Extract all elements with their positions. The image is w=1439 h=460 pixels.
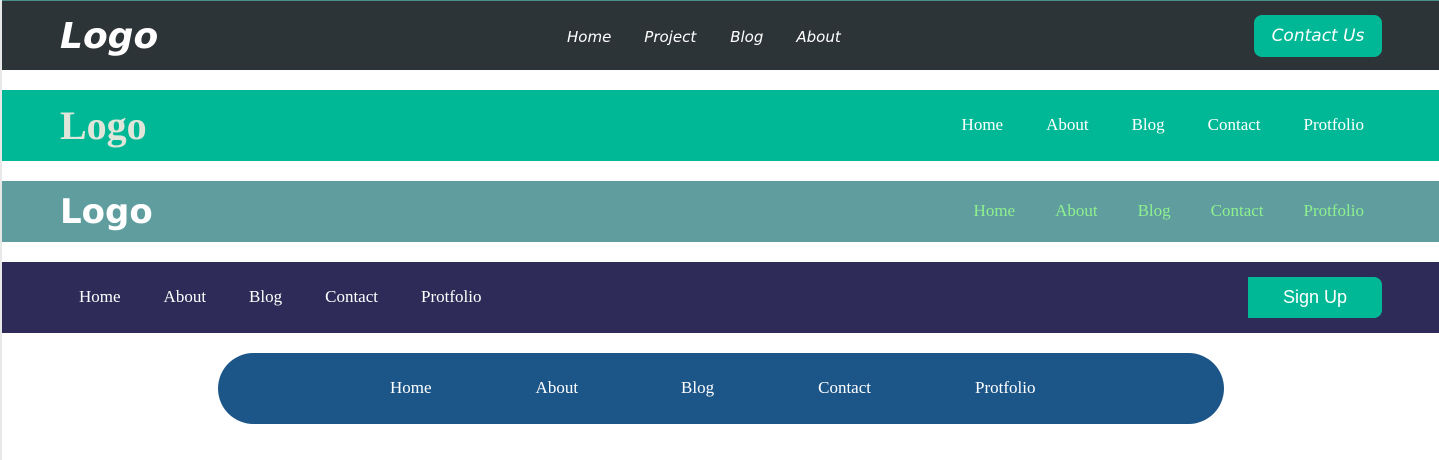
contact-us-button[interactable]: Contact Us xyxy=(1254,15,1382,57)
navbar-4-links: Home About Blog Contact Protfolio xyxy=(79,286,524,308)
nav5-link-contact[interactable]: Contact xyxy=(818,377,871,399)
nav4-link-home[interactable]: Home xyxy=(79,286,121,308)
nav1-link-about[interactable]: About xyxy=(796,27,840,47)
nav1-link-blog[interactable]: Blog xyxy=(730,27,763,47)
nav3-link-contact[interactable]: Contact xyxy=(1211,200,1264,222)
navbar-5-links: Home About Blog Contact Protfolio xyxy=(390,377,1035,399)
navbar-2-logo[interactable]: Logo xyxy=(60,103,147,149)
nav2-link-contact[interactable]: Contact xyxy=(1208,114,1261,136)
navbar-2: Logo Home About Blog Contact Protfolio xyxy=(2,90,1439,161)
nav3-link-home[interactable]: Home xyxy=(974,200,1016,222)
nav5-link-home[interactable]: Home xyxy=(390,377,432,399)
nav2-link-blog[interactable]: Blog xyxy=(1132,114,1165,136)
nav2-link-about[interactable]: About xyxy=(1046,114,1089,136)
nav4-link-protfolio[interactable]: Protfolio xyxy=(421,286,481,308)
nav3-link-blog[interactable]: Blog xyxy=(1138,200,1171,222)
nav5-link-about[interactable]: About xyxy=(536,377,579,399)
nav1-link-home[interactable]: Home xyxy=(567,27,611,47)
nav3-link-about[interactable]: About xyxy=(1055,200,1098,222)
navbar-1-links: Home Project Blog About xyxy=(567,27,841,47)
nav1-link-project[interactable]: Project xyxy=(644,27,696,47)
navbar-1: Logo Home Project Blog About Contact Us xyxy=(2,0,1439,70)
nav5-link-blog[interactable]: Blog xyxy=(681,377,714,399)
navbar-2-links: Home About Blog Contact Protfolio xyxy=(962,114,1364,136)
nav4-link-blog[interactable]: Blog xyxy=(249,286,282,308)
navbar-3-links: Home About Blog Contact Protfolio xyxy=(974,200,1364,222)
navbar-3-logo[interactable]: Logo xyxy=(60,190,153,234)
nav2-link-protfolio[interactable]: Protfolio xyxy=(1304,114,1364,136)
navbar-5-pill: Home About Blog Contact Protfolio xyxy=(218,353,1224,424)
nav4-link-about[interactable]: About xyxy=(164,286,207,308)
navbar-3: Logo Home About Blog Contact Protfolio xyxy=(2,181,1439,242)
navbar-4: Home About Blog Contact Protfolio Sign U… xyxy=(2,262,1439,333)
navbar-1-logo[interactable]: Logo xyxy=(60,13,158,61)
nav3-link-protfolio[interactable]: Protfolio xyxy=(1304,200,1364,222)
nav2-link-home[interactable]: Home xyxy=(962,114,1004,136)
nav4-link-contact[interactable]: Contact xyxy=(325,286,378,308)
sign-up-button[interactable]: Sign Up xyxy=(1248,277,1382,318)
nav5-link-protfolio[interactable]: Protfolio xyxy=(975,377,1035,399)
